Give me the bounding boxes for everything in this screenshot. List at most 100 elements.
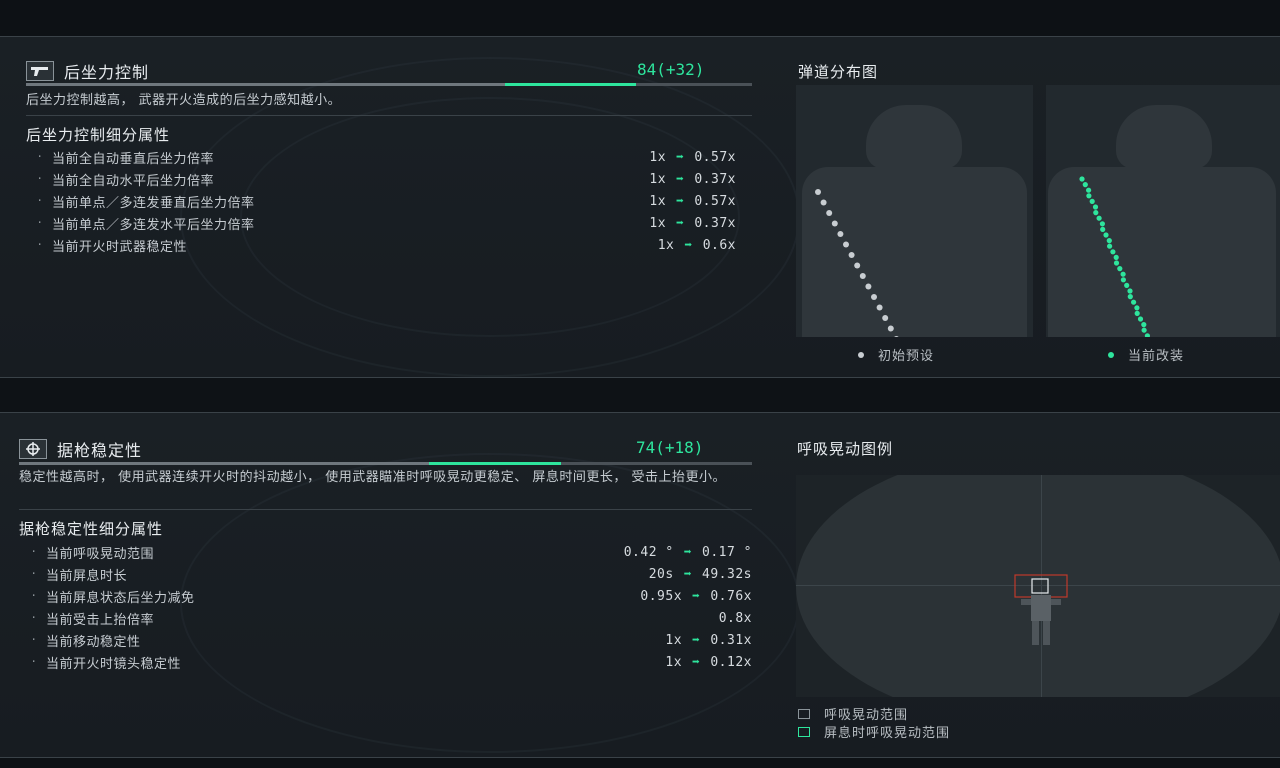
shot-dot	[815, 189, 821, 195]
shot-dot	[1089, 198, 1095, 204]
stat-to: 0.31x	[710, 632, 752, 648]
stat-from: 1x	[657, 237, 675, 253]
stat-name: 当前全自动水平后坐力倍率	[52, 173, 215, 189]
recoil-divider	[26, 115, 752, 116]
shot-dot	[859, 273, 866, 279]
stat-to: 0.37x	[694, 215, 736, 231]
shot-dot	[1093, 210, 1099, 216]
stat-values: 1x ➡ 0.6x	[658, 238, 736, 253]
bullet: ·	[31, 610, 37, 626]
sway-scope	[796, 475, 1280, 697]
arrow-right-icon: ➡	[692, 632, 701, 648]
stat-values: 1x ➡ 0.37x	[649, 216, 736, 231]
legend-dot-current	[1108, 351, 1114, 358]
stat-from: 1x	[649, 215, 667, 231]
middle-strip	[0, 378, 1280, 412]
shot-dot	[1099, 221, 1105, 227]
stability-score: 74(+18)	[636, 438, 704, 457]
arrow-right-icon: ➡	[683, 544, 693, 560]
recoil-subtitle: 后坐力控制细分属性	[26, 126, 171, 144]
bullet: ·	[37, 171, 43, 187]
shot-dot	[826, 210, 833, 216]
stat-name: 当前受击上抬倍率	[46, 612, 155, 628]
shot-dot	[1107, 243, 1113, 249]
arrow-right-icon: ➡	[692, 654, 701, 670]
stat-row: · 当前全自动垂直后坐力倍率 1x ➡ 0.57x	[28, 146, 736, 168]
legend-hold: 屏息时呼吸晃动范围	[798, 722, 950, 741]
recoil-title: 后坐力控制	[64, 63, 150, 82]
arrow-right-icon: ➡	[676, 215, 685, 231]
arrow-right-icon: ➡	[692, 588, 701, 604]
recoil-bar-base	[26, 83, 506, 86]
stability-subtitle: 据枪稳定性细分属性	[19, 520, 164, 538]
bullet: ·	[31, 588, 37, 604]
legend-sway: 呼吸晃动范围	[798, 704, 908, 723]
shot-dot	[1144, 333, 1150, 337]
stat-values: 1x ➡ 0.12x	[665, 655, 752, 670]
stat-from: 0.95x	[640, 588, 683, 604]
stability-bar-fill	[429, 462, 562, 465]
shot-dot	[854, 262, 861, 269]
shot-dot	[1127, 288, 1133, 294]
shot-dot	[843, 241, 849, 248]
stat-from: 0.42 °	[623, 544, 674, 560]
shot-dot	[1134, 305, 1140, 311]
stat-row: · 当前开火时镜头稳定性 1x ➡ 0.12x	[22, 651, 752, 673]
stat-values: 0.42 ° ➡ 0.17 °	[624, 545, 752, 560]
shot-dot	[831, 220, 838, 227]
stability-description: 稳定性越高时， 使用武器连续开火时的抖动越小， 使用武器瞄准时呼吸晃动更稳定、 …	[19, 470, 727, 485]
soldier-figure	[1014, 574, 1068, 645]
shot-dot	[1113, 254, 1119, 260]
bullet: ·	[31, 544, 37, 560]
spray-default-plot	[815, 189, 899, 337]
bullet: ·	[31, 654, 37, 670]
shot-dot	[1082, 182, 1088, 188]
shot-dot	[871, 294, 877, 300]
recoil-panel: 后坐力控制 84(+32) 后坐力控制越高， 武器开火造成的后坐力感知越小。 后…	[0, 36, 1280, 378]
stat-from: 1x	[665, 654, 683, 670]
shot-dot	[1100, 226, 1106, 232]
shot-dot	[865, 283, 872, 290]
stat-row: · 当前全自动水平后坐力倍率 1x ➡ 0.37x	[28, 168, 736, 190]
shot-dot	[1079, 176, 1085, 182]
shot-dot	[882, 315, 889, 321]
bottom-strip	[0, 758, 1280, 768]
stability-divider	[19, 509, 752, 510]
legend-square-sway	[798, 708, 810, 719]
shot-dot	[1120, 271, 1126, 277]
stat-to: 0.17 °	[702, 544, 752, 560]
recoil-header: 后坐力控制	[26, 59, 149, 83]
recoil-description: 后坐力控制越高， 武器开火造成的后坐力感知越小。	[26, 93, 342, 108]
shot-dot	[1131, 299, 1137, 305]
stat-from: 1x	[649, 149, 667, 165]
sway-chart-title: 呼吸晃动图例	[797, 440, 894, 458]
stat-row: · 当前呼吸晃动范围 0.42 ° ➡ 0.17 °	[22, 541, 752, 563]
stat-to: 0.12x	[710, 654, 752, 670]
stat-row: · 当前屏息时长 20s ➡ 49.32s	[22, 563, 752, 585]
stat-from: 1x	[649, 171, 667, 187]
arrow-right-icon: ➡	[683, 566, 693, 582]
stat-name: 当前屏息状态后坐力减免	[46, 590, 195, 606]
shot-dot	[1110, 249, 1116, 255]
shot-dot	[1103, 232, 1109, 238]
stability-title: 据枪稳定性	[57, 441, 143, 460]
target-default	[796, 85, 1033, 337]
arrow-right-icon: ➡	[676, 149, 685, 165]
shot-dot	[894, 336, 899, 337]
stat-row: · 当前开火时武器稳定性 1x ➡ 0.6x	[28, 234, 736, 256]
shot-dot	[1141, 327, 1147, 333]
shot-dot	[1106, 238, 1112, 244]
stat-values: 0.8x	[719, 611, 752, 626]
stat-name: 当前单点／多连发垂直后坐力倍率	[52, 195, 255, 211]
bullet: ·	[37, 215, 43, 231]
stability-header: 据枪稳定性	[19, 437, 142, 461]
bullet: ·	[37, 193, 43, 209]
shot-dot	[1127, 294, 1133, 300]
shot-dot	[1141, 322, 1147, 328]
stat-to: 0.76x	[710, 588, 752, 604]
stat-row: · 当前受击上抬倍率 0.8x	[22, 607, 752, 629]
shot-dot	[848, 252, 855, 258]
stat-to: 0.57x	[694, 193, 736, 209]
shot-dot	[1124, 282, 1130, 288]
shot-dot	[1117, 266, 1123, 272]
